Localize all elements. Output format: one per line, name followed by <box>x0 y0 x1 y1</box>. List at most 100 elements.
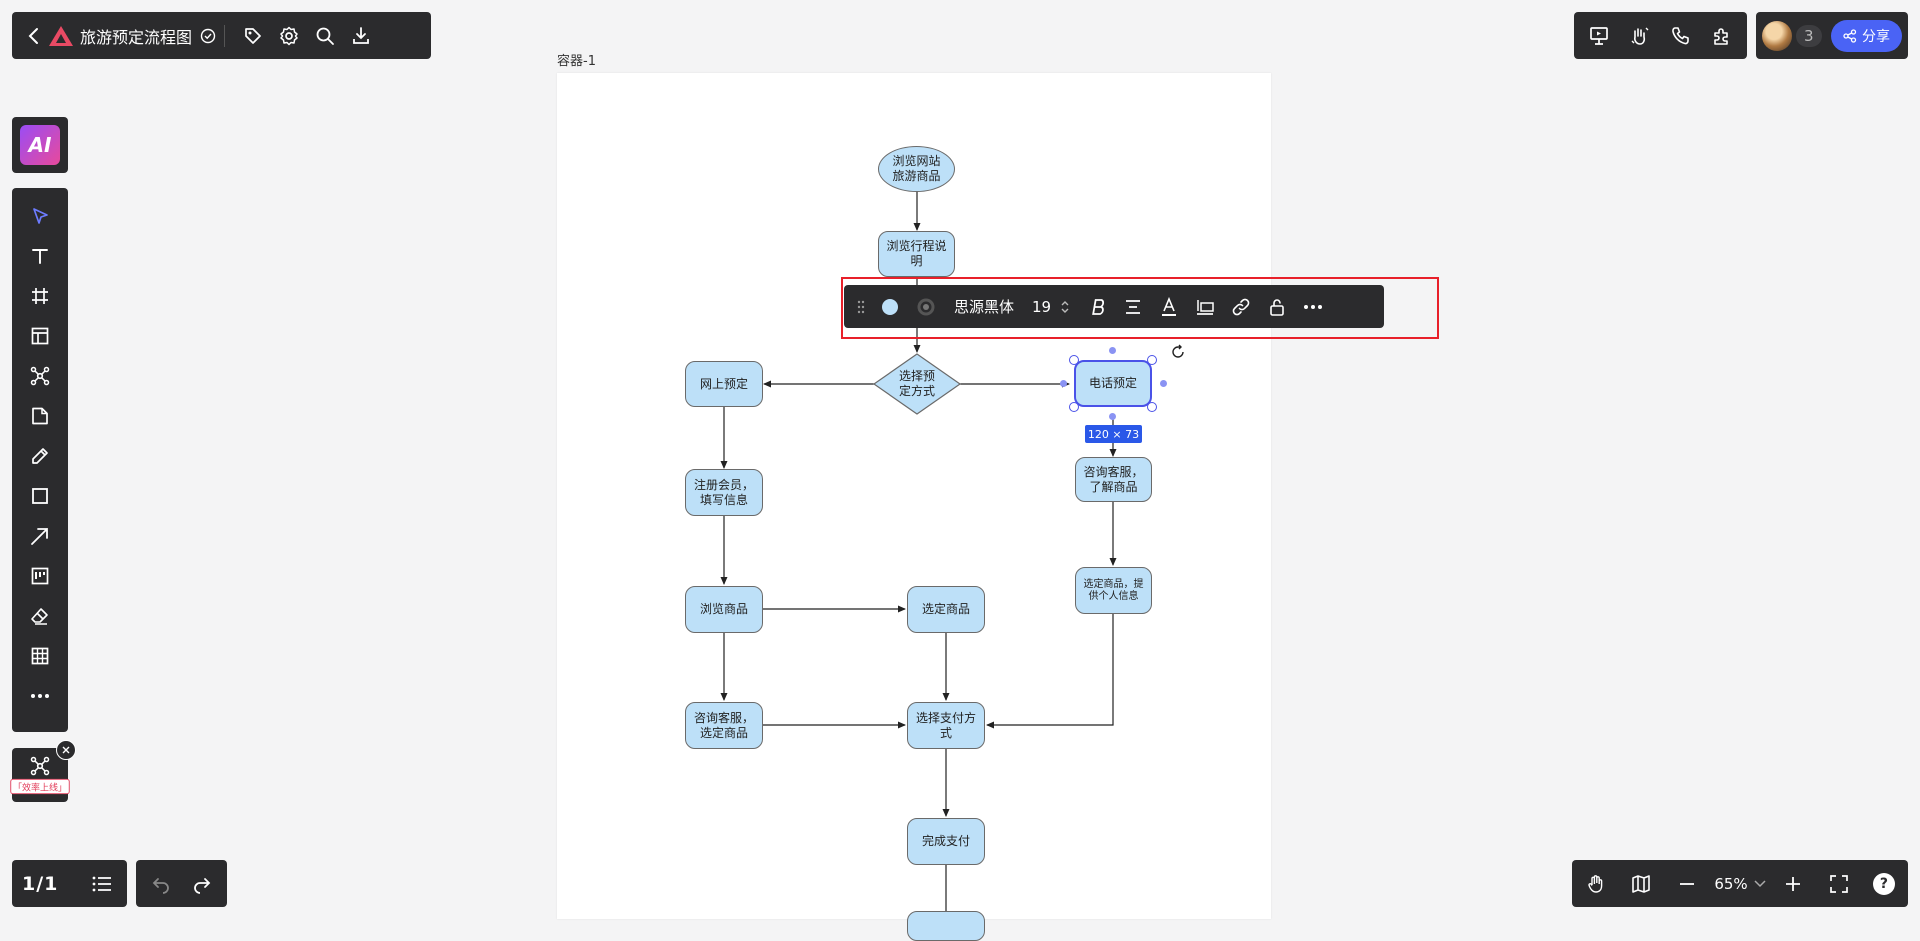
connection-point-right[interactable] <box>1160 380 1167 387</box>
chevron-down-icon <box>1754 879 1766 888</box>
page-navigator: 1/1 <box>12 860 127 907</box>
node-consult-phone[interactable]: 咨询客服， 了解商品 <box>1075 457 1152 502</box>
back-button[interactable] <box>20 18 48 54</box>
node-select-provide-info[interactable]: 选定商品，提 供个人信息 <box>1075 567 1152 614</box>
present-icon <box>1588 25 1610 47</box>
connection-point-left[interactable] <box>1060 380 1067 387</box>
border-color-button[interactable] <box>908 289 944 325</box>
download-icon <box>351 26 371 46</box>
font-family-select[interactable]: 思源黑体 <box>954 296 1014 317</box>
text-align-button[interactable] <box>1115 289 1151 325</box>
ai-assistant-button[interactable]: AI <box>12 117 68 173</box>
pen-tool[interactable] <box>12 436 68 476</box>
page-number[interactable]: 1/1 <box>22 873 58 895</box>
container-label[interactable]: 容器-1 <box>557 50 596 69</box>
share-icon <box>1843 28 1857 43</box>
text-tool[interactable] <box>12 236 68 276</box>
plugin-button[interactable] <box>1704 18 1740 54</box>
hand-icon <box>1586 874 1606 894</box>
share-button[interactable]: 分享 <box>1831 19 1902 52</box>
collaborator-count[interactable]: 3 <box>1796 24 1822 47</box>
more-options-button[interactable] <box>1295 289 1331 325</box>
node-start[interactable]: 浏览网站 旅游商品 <box>878 146 955 192</box>
font-size-input[interactable]: 19 <box>1032 298 1051 316</box>
vertical-align-button[interactable] <box>1187 289 1223 325</box>
resize-handle-bottom-right[interactable] <box>1147 402 1157 412</box>
rectangle-tool[interactable] <box>12 476 68 516</box>
text-color-button[interactable] <box>1151 289 1187 325</box>
node-select-product[interactable]: 选定商品 <box>907 586 985 633</box>
resize-handle-bottom-left[interactable] <box>1069 402 1079 412</box>
node-online-booking[interactable]: 网上预定 <box>685 361 763 407</box>
hand-wave-button[interactable] <box>1622 18 1658 54</box>
rectangle-icon <box>30 486 50 506</box>
rotate-handle[interactable] <box>1170 344 1186 364</box>
left-toolbar <box>12 188 68 732</box>
bold-button[interactable] <box>1079 289 1115 325</box>
node-consult-select[interactable]: 咨询客服， 选定商品 <box>685 702 763 749</box>
undo-button[interactable] <box>143 866 179 902</box>
font-size-stepper[interactable] <box>1051 289 1079 325</box>
lock-button[interactable] <box>1259 289 1295 325</box>
more-icon <box>1303 304 1323 310</box>
drag-handle[interactable] <box>850 289 872 325</box>
download-button[interactable] <box>343 18 379 54</box>
hand-pan-button[interactable] <box>1578 866 1614 902</box>
link-button[interactable] <box>1223 289 1259 325</box>
efficiency-plugin[interactable]: 「效率上线」 <box>10 740 76 802</box>
document-title[interactable]: 旅游预定流程图 <box>80 24 192 48</box>
avatar[interactable] <box>1762 20 1792 51</box>
back-icon <box>27 27 41 45</box>
zoom-level: 65% <box>1714 874 1748 893</box>
eraser-icon <box>30 606 50 626</box>
select-tool[interactable] <box>12 196 68 236</box>
connection-point-bottom[interactable] <box>1109 413 1116 420</box>
node-next-partial[interactable] <box>907 911 985 941</box>
node-register[interactable]: 注册会员， 填写信息 <box>685 469 763 516</box>
node-complete-payment[interactable]: 完成支付 <box>907 818 985 865</box>
help-icon: ? <box>1872 872 1895 895</box>
zoom-level-select[interactable]: 65% <box>1714 874 1766 893</box>
table-icon <box>30 646 50 666</box>
align-center-icon <box>1124 299 1142 315</box>
help-button[interactable]: ? <box>1866 866 1902 902</box>
node-choose-payment[interactable]: 选择支付方式 <box>907 702 985 749</box>
hand-wave-icon <box>1629 25 1651 47</box>
mindmap-tool[interactable] <box>12 356 68 396</box>
page-list-button[interactable] <box>87 866 117 902</box>
search-button[interactable] <box>307 18 343 54</box>
arrow-tool[interactable] <box>12 516 68 556</box>
canvas-container[interactable]: 浏览网站 旅游商品 浏览行程说明 选择预 定方式 网上预定 电话预定 注册会员， 填写… <box>557 73 1271 941</box>
resize-handle-top-right[interactable] <box>1147 355 1157 365</box>
resize-handle-top-left[interactable] <box>1069 355 1079 365</box>
node-itinerary[interactable]: 浏览行程说明 <box>878 231 955 277</box>
history-controls <box>136 860 227 907</box>
more-tools-button[interactable] <box>12 676 68 716</box>
tag-button[interactable] <box>235 18 271 54</box>
connection-point-top[interactable] <box>1109 347 1116 354</box>
plugin-close-button[interactable] <box>56 740 76 760</box>
flowchart-connectors <box>720 190 1117 919</box>
zoom-in-button[interactable] <box>1775 866 1811 902</box>
sticky-note-tool[interactable] <box>12 396 68 436</box>
settings-button[interactable] <box>271 18 307 54</box>
link-icon <box>1231 297 1251 317</box>
redo-button[interactable] <box>184 866 220 902</box>
node-browse-products[interactable]: 浏览商品 <box>685 586 763 633</box>
eraser-tool[interactable] <box>12 596 68 636</box>
kanban-tool[interactable] <box>12 556 68 596</box>
tag-icon <box>243 26 263 46</box>
minus-icon <box>1678 875 1696 893</box>
minimap-button[interactable] <box>1623 866 1659 902</box>
fit-screen-button[interactable] <box>1821 866 1857 902</box>
zoom-out-button[interactable] <box>1669 866 1705 902</box>
node-choose-method[interactable]: 选择预 定方式 <box>874 364 960 404</box>
present-button[interactable] <box>1581 18 1617 54</box>
table-tool[interactable] <box>12 636 68 676</box>
node-phone-booking[interactable]: 电话预定 <box>1074 360 1152 407</box>
settings-icon <box>279 26 299 46</box>
fill-color-button[interactable] <box>872 289 908 325</box>
layout-tool[interactable] <box>12 316 68 356</box>
frame-tool[interactable] <box>12 276 68 316</box>
call-button[interactable] <box>1663 18 1699 54</box>
